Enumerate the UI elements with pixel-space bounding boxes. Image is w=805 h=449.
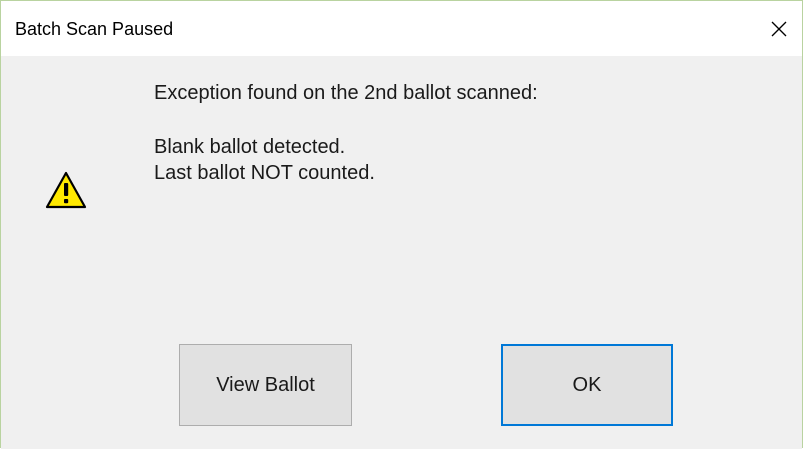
title-bar: Batch Scan Paused	[1, 1, 802, 56]
batch-scan-paused-dialog: Batch Scan Paused Exception found on the…	[0, 0, 803, 449]
warning-icon	[45, 171, 87, 209]
not-counted-message: Last ballot NOT counted.	[154, 162, 375, 184]
ok-button[interactable]: OK	[501, 344, 673, 426]
dialog-title: Batch Scan Paused	[15, 19, 174, 39]
dialog-content: Exception found on the 2nd ballot scanne…	[1, 56, 802, 449]
view-ballot-button[interactable]: View Ballot	[179, 344, 352, 426]
close-button[interactable]	[756, 1, 802, 56]
blank-ballot-message: Blank ballot detected.	[154, 136, 346, 158]
close-icon	[771, 21, 787, 36]
exception-message: Exception found on the 2nd ballot scanne…	[154, 82, 538, 104]
